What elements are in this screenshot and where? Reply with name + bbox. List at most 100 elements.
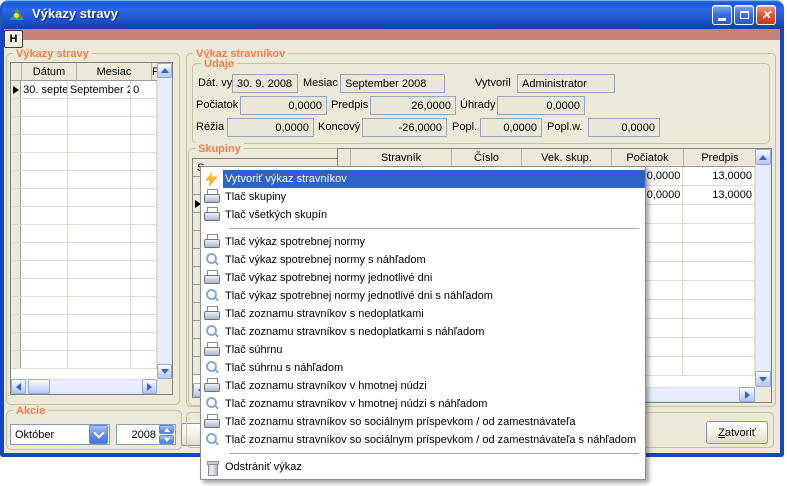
table-row[interactable] [11,279,157,297]
field-value-pociatok[interactable]: 0,0000 [240,96,327,115]
table-cell[interactable] [683,262,755,280]
table-cell[interactable] [131,207,157,224]
table-cell[interactable] [131,117,157,134]
menu-item[interactable]: Vytvoriť výkaz stravníkov [201,170,645,188]
table-cell[interactable] [21,189,68,206]
table-row[interactable] [11,153,157,171]
stravnici-vertical-scrollbar[interactable] [755,149,771,387]
close-dialog-button[interactable]: Zatvoriť [706,421,768,444]
h-button[interactable]: H [4,30,23,48]
table-row[interactable] [11,261,157,279]
table-cell[interactable] [21,243,68,260]
table-cell[interactable] [683,300,755,318]
titlebar[interactable]: Výkazy stravy ✕ [0,0,784,29]
field-value-vytvoril[interactable]: Administrator [517,74,615,93]
row-selector[interactable] [11,315,21,332]
month-dropdown[interactable]: Október [10,424,110,445]
row-selector[interactable] [11,117,21,134]
table-row[interactable] [11,351,157,369]
table-row[interactable] [11,189,157,207]
row-selector[interactable] [11,333,21,350]
row-selector[interactable] [11,153,21,170]
row-selector[interactable] [11,99,21,116]
column-header-mesiac[interactable]: Mesiac [77,63,152,80]
row-selector[interactable] [11,189,21,206]
scroll-up-button[interactable] [755,149,771,165]
menu-item[interactable]: Tlač skupiny [201,188,645,206]
row-selector[interactable] [11,261,21,278]
row-selector[interactable] [11,135,21,152]
menu-item[interactable]: Tlač súhrnu [201,341,645,359]
dropdown-button[interactable] [89,425,108,444]
table-cell[interactable] [131,135,157,152]
table-cell[interactable] [131,153,157,170]
table-cell[interactable] [68,297,131,314]
year-spinner[interactable]: 2008 [116,424,176,445]
menu-item[interactable]: Tlač súhrnu s náhľadom [201,359,645,377]
menu-item[interactable]: Tlač zoznamu stravníkov v hmotnej núdzi [201,377,645,395]
table-cell[interactable] [68,333,131,350]
row-selector[interactable] [11,81,21,98]
table-row[interactable]: 30. septeSeptember 20080 [11,81,157,99]
table-row[interactable] [11,117,157,135]
row-selector[interactable] [11,207,21,224]
table-cell[interactable] [683,338,755,356]
table-row[interactable] [11,333,157,351]
field-value-koncovy[interactable]: -26,0000 [362,118,447,137]
table-cell[interactable] [131,225,157,242]
row-selector[interactable] [11,351,21,368]
scroll-right-button[interactable] [739,387,755,402]
table-cell[interactable] [21,171,68,188]
table-cell[interactable] [131,315,157,332]
table-cell[interactable] [683,281,755,299]
table-cell[interactable] [68,243,131,260]
close-button[interactable]: ✕ [756,5,776,25]
table-cell[interactable] [68,117,131,134]
table-cell[interactable] [131,333,157,350]
table-cell[interactable] [21,153,68,170]
menu-item[interactable]: Odstrániť výkaz [201,458,645,476]
column-header-stravnik[interactable]: Stravník [351,149,452,166]
column-header-vek-skup[interactable]: Vek. skup. [522,149,612,166]
table-cell[interactable] [21,261,68,278]
table-cell[interactable] [683,357,755,375]
menu-item[interactable]: Tlač zoznamu stravníkov so sociálnym prí… [201,431,645,449]
table-cell[interactable] [68,225,131,242]
table-cell[interactable]: 0 [131,81,157,98]
table-row[interactable] [11,243,157,261]
table-cell[interactable] [68,171,131,188]
table-cell[interactable]: September 2008 [68,81,131,98]
spinner-down-button[interactable] [159,435,174,444]
scroll-down-button[interactable] [755,371,771,387]
table-row[interactable] [11,99,157,117]
table-cell[interactable] [68,207,131,224]
table-cell[interactable] [683,224,755,242]
row-selector[interactable] [11,279,21,296]
scroll-left-button[interactable] [11,379,26,394]
row-selector[interactable] [11,297,21,314]
scroll-down-button[interactable] [157,364,172,379]
table-cell[interactable] [131,171,157,188]
table-cell[interactable] [68,261,131,278]
table-cell[interactable] [68,279,131,296]
menu-item[interactable]: Tlač výkaz spotrebnej normy s náhľadom [201,251,645,269]
field-value-dat-vyst[interactable]: 30. 9. 2008 [232,74,298,93]
minimize-button[interactable] [712,5,732,25]
column-header-pociatok[interactable]: Počiatok [612,149,684,166]
table-cell[interactable] [21,297,68,314]
table-cell[interactable] [131,243,157,260]
table-cell[interactable] [21,333,68,350]
table-cell[interactable] [683,243,755,261]
left-grid-vertical-scrollbar[interactable] [157,63,172,379]
menu-item[interactable]: Tlač zoznamu stravníkov s nedoplatkami s… [201,323,645,341]
table-cell[interactable] [683,319,755,337]
table-cell[interactable] [68,153,131,170]
table-row[interactable] [11,225,157,243]
table-cell[interactable] [683,205,755,223]
table-cell[interactable] [21,135,68,152]
maximize-button[interactable] [734,5,754,25]
table-cell[interactable]: 30. septe [21,81,68,98]
row-selector[interactable] [11,171,21,188]
row-selector[interactable] [11,225,21,242]
menu-item[interactable]: Tlač výkaz spotrebnej normy jednotlivé d… [201,269,645,287]
